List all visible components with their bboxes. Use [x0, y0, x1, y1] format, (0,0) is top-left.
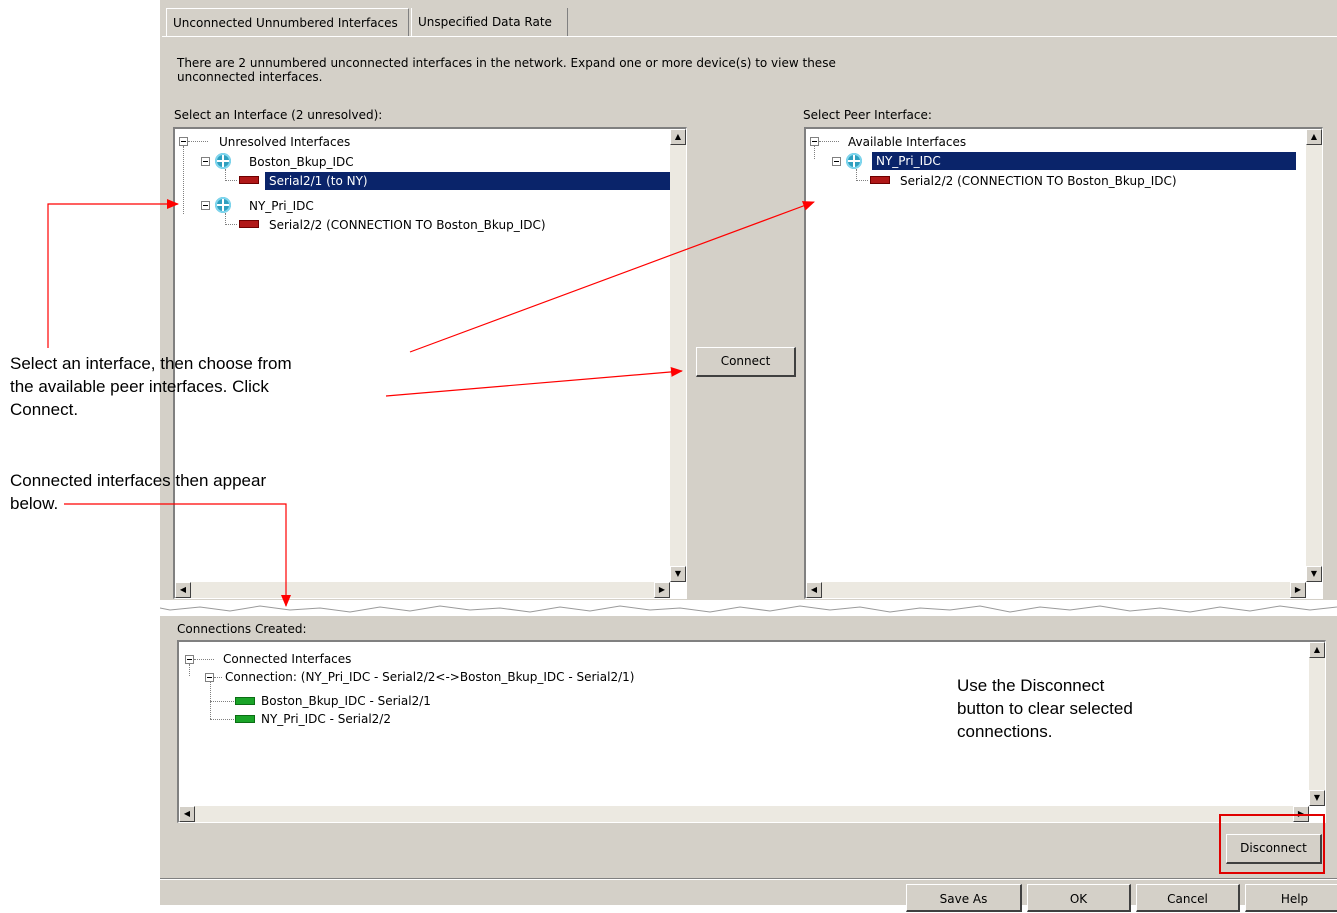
arrow-to-connect: [385, 366, 683, 397]
arrow-to-connections: [64, 503, 291, 607]
arrow-to-left-tree: [47, 199, 179, 348]
callout-arrows: [47, 199, 815, 607]
arrow-to-peer-tree: [409, 201, 815, 353]
